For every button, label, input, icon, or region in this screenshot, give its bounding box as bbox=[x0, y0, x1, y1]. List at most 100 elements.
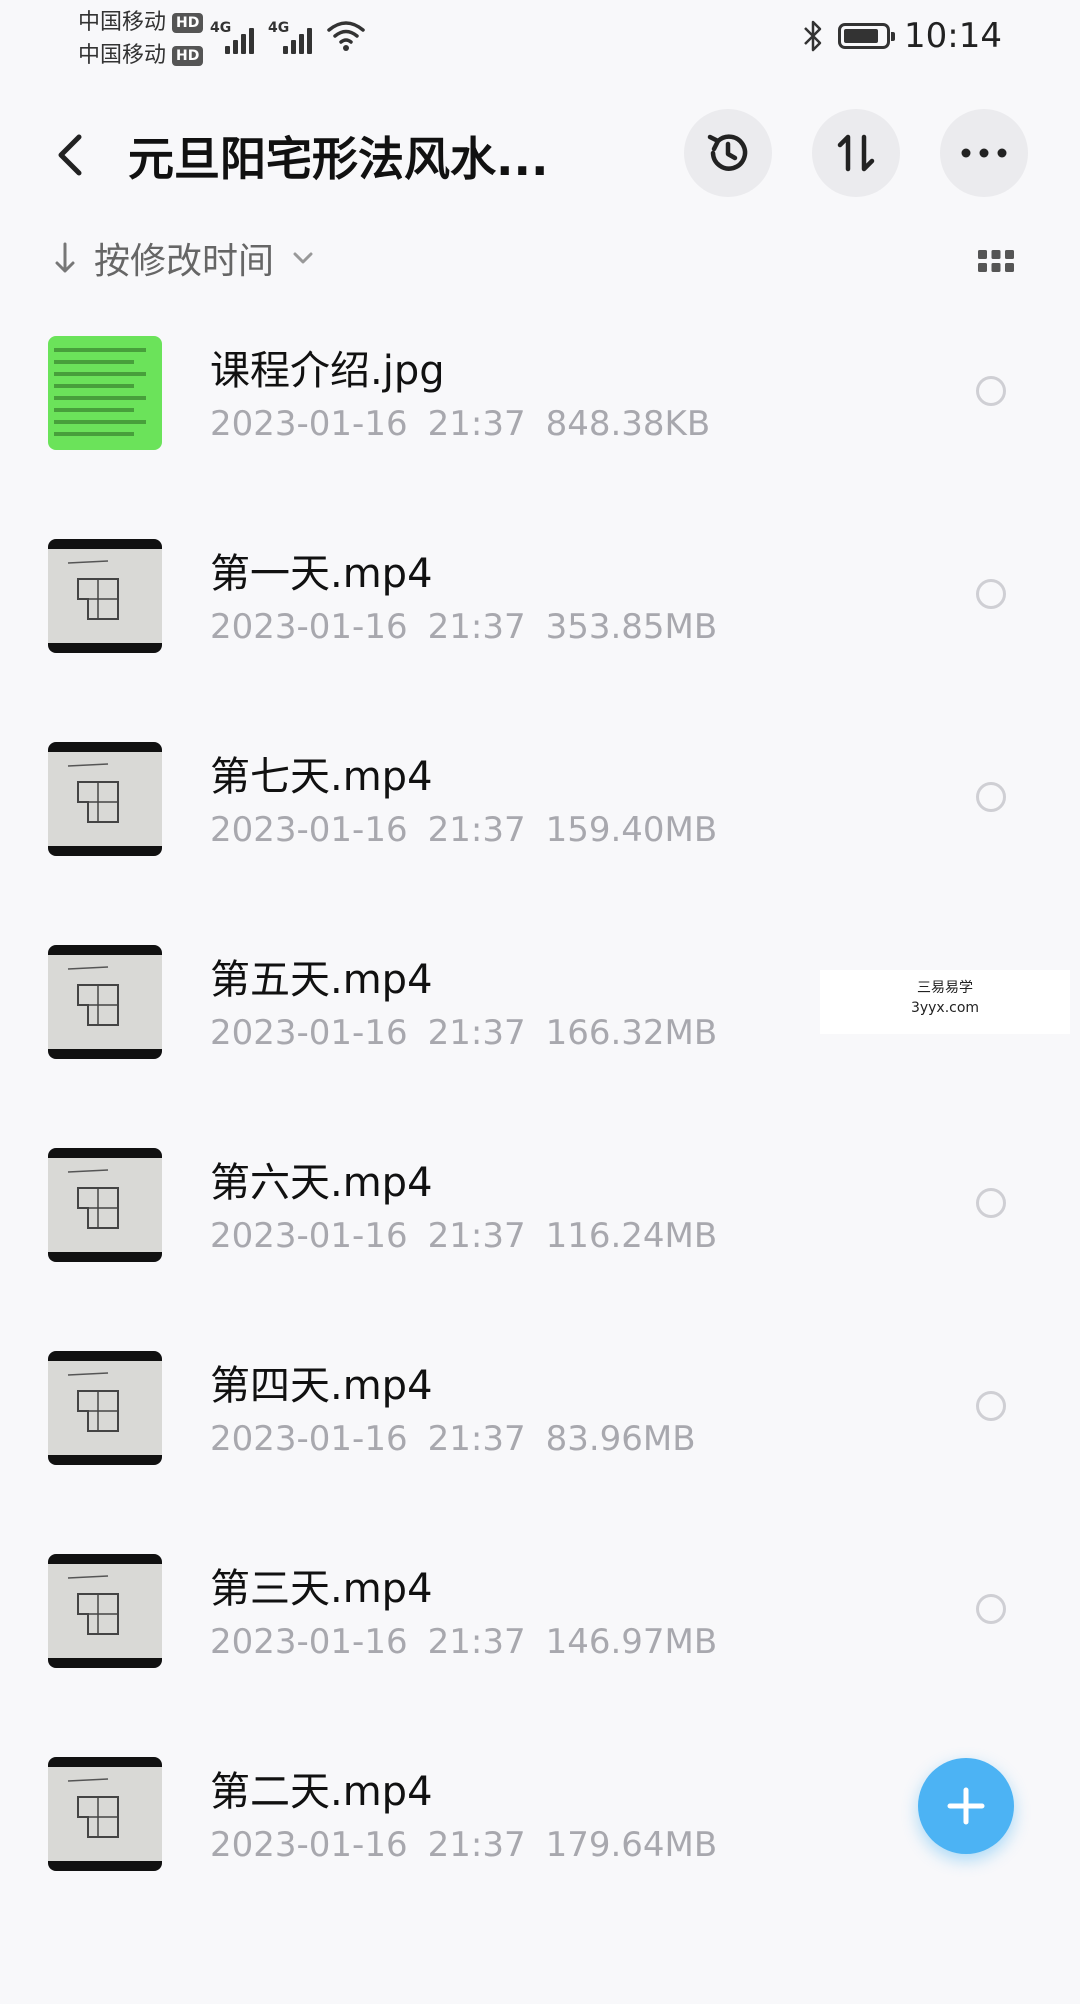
select-checkbox[interactable] bbox=[976, 1391, 1006, 1421]
file-meta: 2023-01-16 21:37 179.64MB bbox=[210, 1825, 737, 1865]
select-checkbox[interactable] bbox=[976, 1594, 1006, 1624]
video-thumbnail-icon bbox=[48, 1361, 162, 1455]
file-name: 第三天.mp4 bbox=[210, 1566, 433, 1612]
plus-icon bbox=[947, 1787, 985, 1825]
select-checkbox[interactable] bbox=[976, 1188, 1006, 1218]
file-size: 146.97MB bbox=[545, 1622, 718, 1662]
file-meta: 2023-01-16 21:37 83.96MB bbox=[210, 1419, 716, 1459]
more-icon bbox=[961, 148, 1007, 158]
video-thumbnail-icon bbox=[48, 1564, 162, 1658]
carrier-info: 中国移动 HD 中国移动 HD bbox=[78, 6, 204, 72]
file-name: 第一天.mp4 bbox=[210, 551, 433, 597]
sort-by-modified-button[interactable]: 按修改时间 bbox=[54, 232, 314, 284]
file-time: 21:37 bbox=[427, 1216, 526, 1256]
bluetooth-icon bbox=[804, 20, 822, 52]
file-date: 2023-01-16 bbox=[210, 1216, 408, 1256]
file-row[interactable]: 第七天.mp4 2023-01-16 21:37 159.40MB bbox=[0, 724, 1080, 927]
file-date: 2023-01-16 bbox=[210, 404, 408, 444]
file-meta: 2023-01-16 21:37 116.24MB bbox=[210, 1216, 737, 1256]
down-arrow-icon bbox=[55, 242, 75, 273]
more-button[interactable] bbox=[940, 109, 1028, 197]
file-size: 848.38KB bbox=[545, 404, 711, 444]
hd-badge: HD bbox=[172, 12, 204, 33]
file-time: 21:37 bbox=[427, 810, 526, 850]
file-time: 21:37 bbox=[427, 1419, 526, 1459]
watermark-line: 三易易学 bbox=[917, 980, 973, 996]
file-row[interactable]: 第三天.mp4 2023-01-16 21:37 146.97MB bbox=[0, 1536, 1080, 1739]
file-name: 第五天.mp4 bbox=[210, 957, 433, 1003]
chevron-down-icon bbox=[293, 252, 313, 264]
file-meta: 2023-01-16 21:37 146.97MB bbox=[210, 1622, 737, 1662]
file-thumbnail bbox=[48, 945, 162, 1059]
file-time: 21:37 bbox=[427, 404, 526, 444]
video-thumbnail-icon bbox=[48, 1767, 162, 1861]
status-bar: 中国移动 HD 中国移动 HD 4G 4G 10:14 bbox=[0, 0, 1080, 80]
file-row[interactable]: 课程介绍.jpg 2023-01-16 21:37 848.38KB bbox=[0, 318, 1080, 521]
file-row[interactable]: 第一天.mp4 2023-01-16 21:37 353.85MB bbox=[0, 521, 1080, 724]
file-thumbnail bbox=[48, 1554, 162, 1668]
file-name: 第七天.mp4 bbox=[210, 754, 433, 800]
file-size: 159.40MB bbox=[545, 810, 718, 850]
file-name: 课程介绍.jpg bbox=[210, 348, 445, 394]
file-thumbnail bbox=[48, 336, 162, 450]
file-thumbnail bbox=[48, 1148, 162, 1262]
select-checkbox[interactable] bbox=[976, 376, 1006, 406]
file-meta: 2023-01-16 21:37 848.38KB bbox=[210, 404, 730, 444]
image-thumbnail-icon bbox=[54, 348, 146, 436]
back-button[interactable] bbox=[40, 125, 100, 185]
file-time: 21:37 bbox=[427, 1622, 526, 1662]
file-thumbnail bbox=[48, 742, 162, 856]
file-time: 21:37 bbox=[427, 1013, 526, 1053]
watermark-line: 3yyx.com bbox=[910, 1000, 980, 1016]
file-size: 116.24MB bbox=[545, 1216, 718, 1256]
history-icon bbox=[707, 134, 748, 171]
file-date: 2023-01-16 bbox=[210, 607, 408, 647]
file-thumbnail bbox=[48, 539, 162, 653]
file-date: 2023-01-16 bbox=[210, 1825, 408, 1865]
sort-icon bbox=[837, 134, 875, 172]
video-thumbnail-icon bbox=[48, 1158, 162, 1252]
file-thumbnail bbox=[48, 1351, 162, 1465]
video-thumbnail-icon bbox=[48, 955, 162, 1049]
file-meta: 2023-01-16 21:37 159.40MB bbox=[210, 810, 737, 850]
select-checkbox[interactable] bbox=[976, 579, 1006, 609]
file-thumbnail bbox=[48, 1757, 162, 1871]
history-button[interactable] bbox=[684, 109, 772, 197]
file-row[interactable]: 第四天.mp4 2023-01-16 21:37 83.96MB bbox=[0, 1333, 1080, 1536]
page-title: 元旦阳宅形法风水... bbox=[128, 132, 549, 186]
sort-button[interactable] bbox=[812, 109, 900, 197]
file-size: 166.32MB bbox=[545, 1013, 718, 1053]
file-date: 2023-01-16 bbox=[210, 1622, 408, 1662]
signal-icon: 4G bbox=[210, 20, 254, 54]
clock: 10:14 bbox=[904, 16, 1002, 56]
file-date: 2023-01-16 bbox=[210, 1013, 408, 1053]
add-button[interactable] bbox=[918, 1758, 1014, 1854]
file-meta: 2023-01-16 21:37 166.32MB bbox=[210, 1013, 737, 1053]
select-checkbox[interactable] bbox=[976, 782, 1006, 812]
signal-icon: 4G bbox=[268, 20, 312, 54]
wifi-icon bbox=[327, 21, 365, 51]
file-time: 21:37 bbox=[427, 1825, 526, 1865]
grid-view-icon[interactable] bbox=[976, 242, 1016, 282]
file-size: 179.64MB bbox=[545, 1825, 718, 1865]
file-time: 21:37 bbox=[427, 607, 526, 647]
back-icon bbox=[58, 134, 82, 176]
file-name: 第六天.mp4 bbox=[210, 1160, 433, 1206]
carrier-name: 中国移动 bbox=[78, 43, 167, 68]
header: 元旦阳宅形法风水... bbox=[0, 105, 1080, 201]
sort-bar: 按修改时间 bbox=[0, 226, 1080, 296]
file-meta: 2023-01-16 21:37 353.85MB bbox=[210, 607, 737, 647]
file-name: 第二天.mp4 bbox=[210, 1769, 433, 1815]
file-row[interactable]: 第二天.mp4 2023-01-16 21:37 179.64MB bbox=[0, 1739, 1080, 1942]
carrier-name: 中国移动 bbox=[78, 10, 167, 35]
hd-badge: HD bbox=[172, 45, 204, 66]
video-thumbnail-icon bbox=[48, 549, 162, 643]
file-row[interactable]: 第六天.mp4 2023-01-16 21:37 116.24MB bbox=[0, 1130, 1080, 1333]
watermark: 三易易学 3yyx.com bbox=[820, 970, 1070, 1034]
file-size: 83.96MB bbox=[545, 1419, 696, 1459]
file-name: 第四天.mp4 bbox=[210, 1363, 433, 1409]
file-date: 2023-01-16 bbox=[210, 1419, 408, 1459]
status-right: 10:14 bbox=[802, 16, 1002, 56]
sort-label: 按修改时间 bbox=[94, 241, 275, 282]
file-size: 353.85MB bbox=[545, 607, 718, 647]
